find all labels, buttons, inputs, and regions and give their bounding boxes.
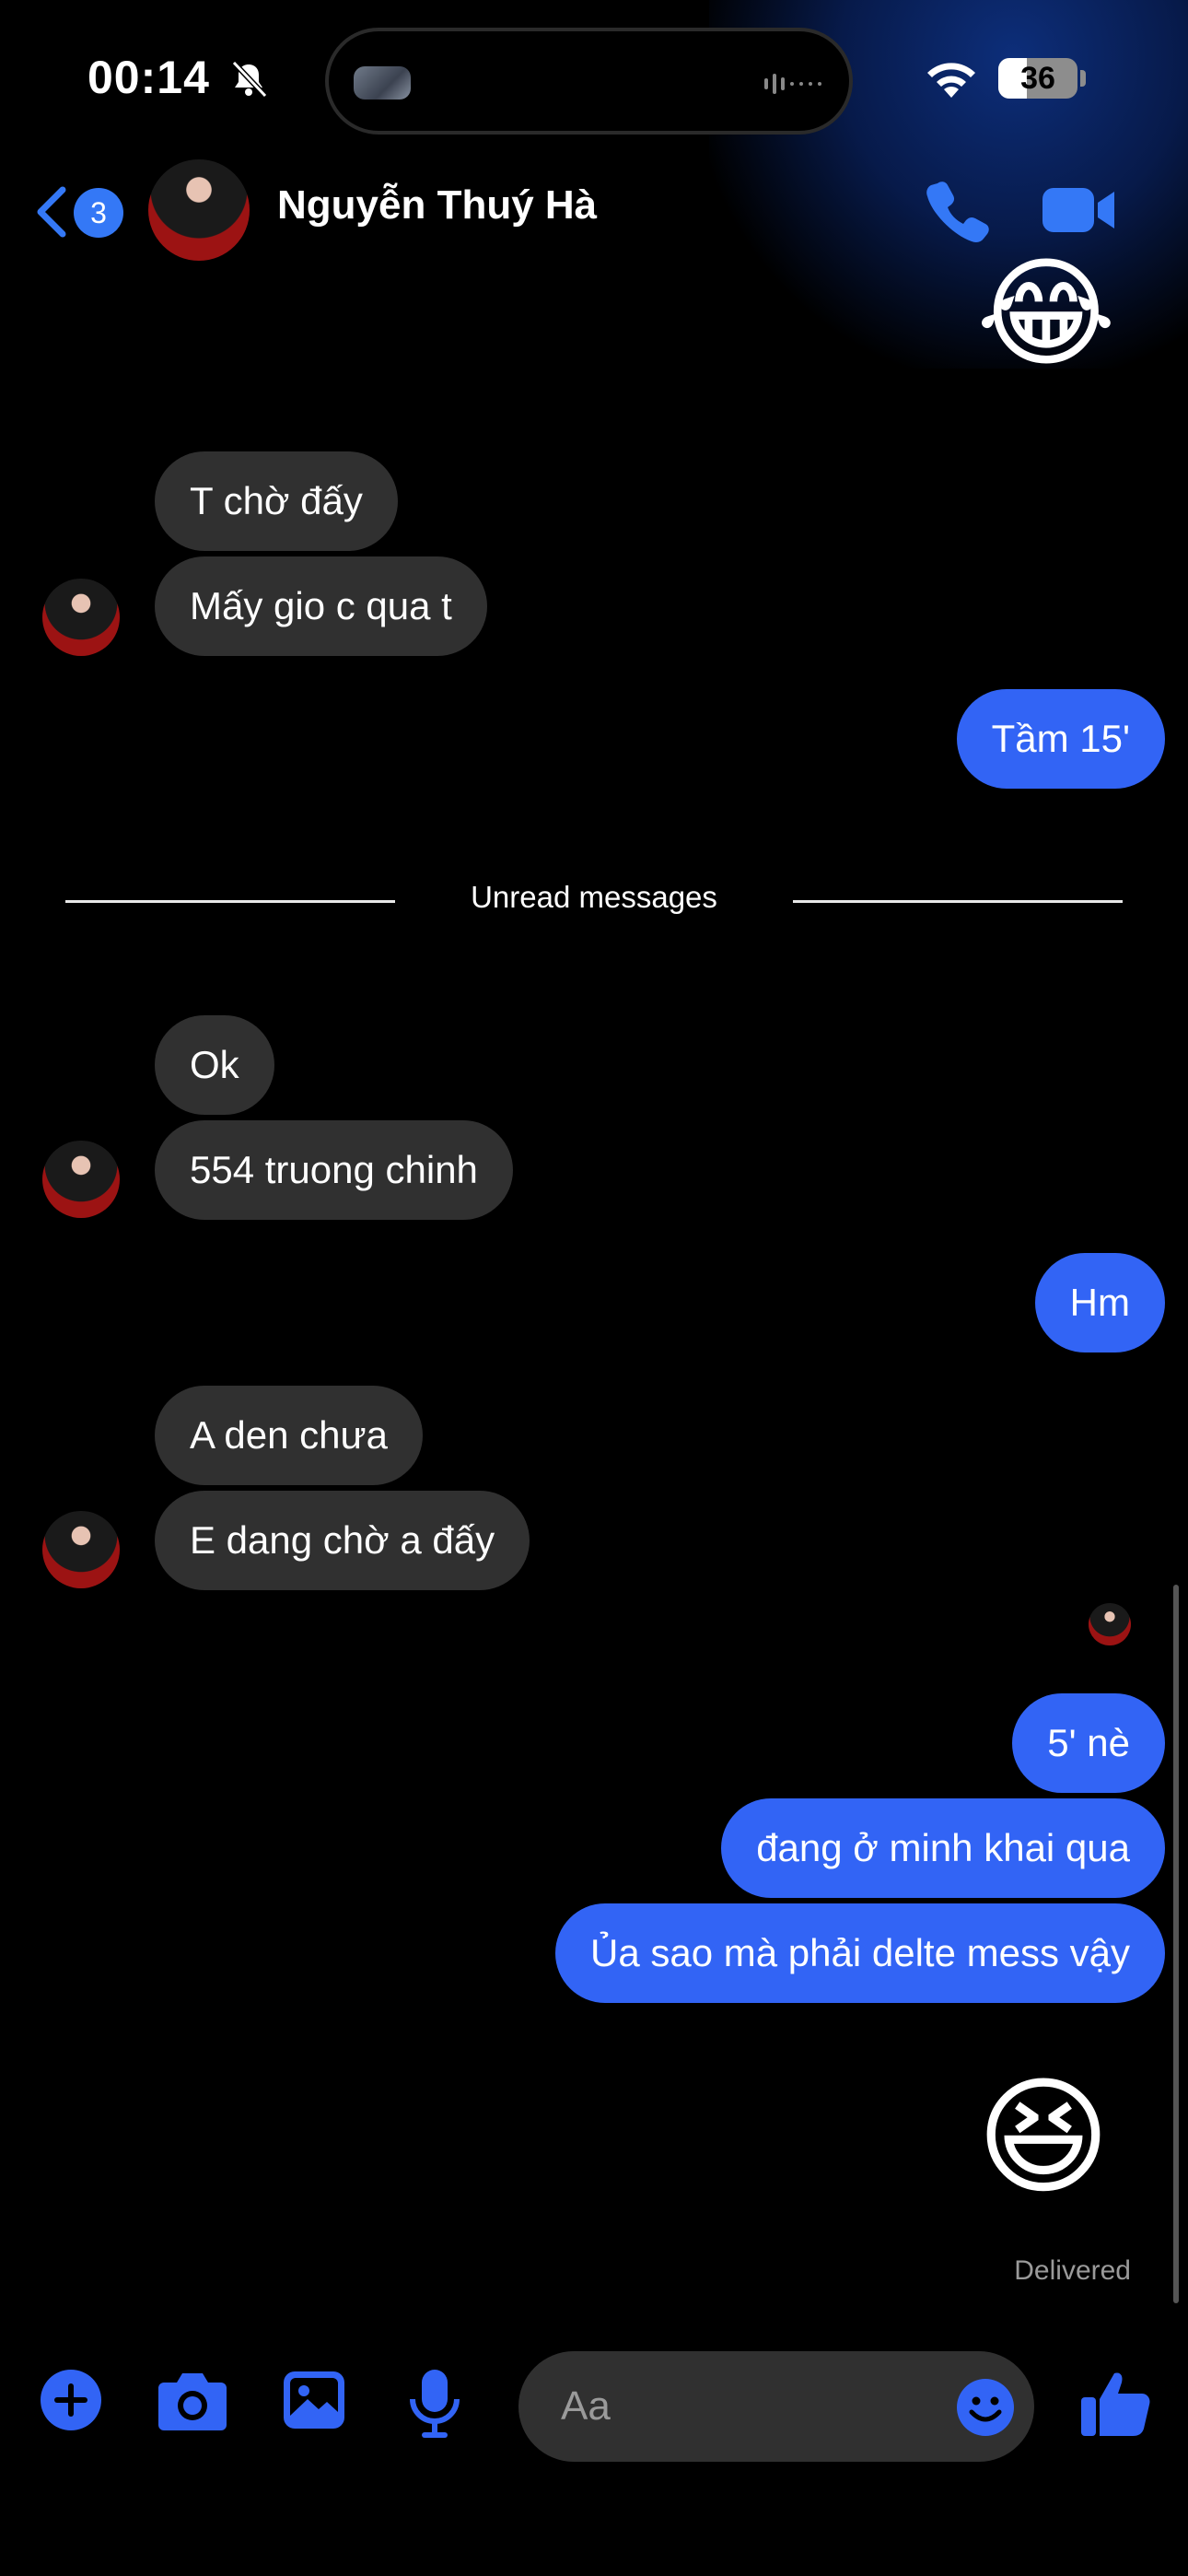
contact-avatar[interactable]: [148, 159, 250, 261]
scrollbar[interactable]: [1173, 1585, 1179, 2303]
messenger-chat-screen: 00:14 36 3 Nguyễn Thuý Hà 😂 T chờ đấy Mấ…: [0, 0, 1188, 2576]
unread-messages-divider: Unread messages: [471, 880, 717, 914]
laughing-tears-emoji[interactable]: 😂: [976, 249, 1116, 378]
status-bar: 00:14 36: [0, 0, 1188, 369]
outgoing-message[interactable]: 5' nè: [1012, 1693, 1165, 1793]
video-camera-icon[interactable]: [1041, 182, 1118, 238]
message-composer: Aa: [0, 2340, 1188, 2488]
read-receipt-avatar: [1089, 1603, 1131, 1645]
message-input-placeholder: Aa: [561, 2383, 611, 2429]
bell-slash-icon: [231, 60, 268, 99]
chevron-left-icon: [37, 186, 66, 238]
audio-wave-icon: [764, 74, 821, 94]
incoming-message[interactable]: T chờ đấy: [155, 451, 398, 551]
live-activity-thumbnail: [354, 66, 411, 100]
outgoing-message[interactable]: Tầm 15': [956, 689, 1165, 789]
divider-line-right: [793, 900, 1123, 903]
phone-icon[interactable]: [925, 178, 989, 242]
battery-cap: [1080, 70, 1086, 87]
home-indicator-area: [0, 2488, 1188, 2576]
smiley-icon[interactable]: [955, 2377, 1016, 2438]
incoming-message[interactable]: Ok: [155, 1015, 274, 1115]
incoming-message[interactable]: 554 truong chinh: [155, 1120, 513, 1220]
outgoing-message[interactable]: đang ở minh khai qua: [721, 1798, 1165, 1898]
image-icon[interactable]: [282, 2368, 346, 2432]
wifi-icon: [927, 63, 975, 98]
incoming-message[interactable]: A den chưa: [155, 1386, 423, 1485]
sender-avatar[interactable]: [42, 579, 120, 656]
sender-avatar[interactable]: [42, 1141, 120, 1218]
battery-level: 36: [1020, 61, 1055, 96]
grinning-squint-emoji[interactable]: 😆: [976, 2068, 1111, 2207]
status-time: 00:14: [87, 52, 210, 103]
thumbs-up-icon[interactable]: [1079, 2368, 1151, 2440]
contact-name[interactable]: Nguyễn Thuý Hà: [277, 182, 597, 228]
incoming-message[interactable]: E dang chờ a đấy: [155, 1491, 530, 1590]
plus-circle-icon[interactable]: [39, 2368, 103, 2432]
unread-count-badge: 3: [74, 188, 123, 238]
dynamic-island[interactable]: [325, 28, 853, 135]
back-button[interactable]: 3: [35, 181, 127, 243]
camera-icon[interactable]: [157, 2368, 228, 2432]
battery-icon: 36: [998, 58, 1077, 99]
sender-avatar[interactable]: [42, 1511, 120, 1588]
microphone-icon[interactable]: [405, 2368, 464, 2438]
delivery-status: Delivered: [1014, 2255, 1131, 2286]
message-input[interactable]: Aa: [518, 2351, 1034, 2462]
outgoing-message[interactable]: Ủa sao mà phải delte mess vậy: [555, 1903, 1165, 2003]
outgoing-message[interactable]: Hm: [1034, 1253, 1165, 1352]
incoming-message[interactable]: Mấy gio c qua t: [155, 556, 487, 656]
